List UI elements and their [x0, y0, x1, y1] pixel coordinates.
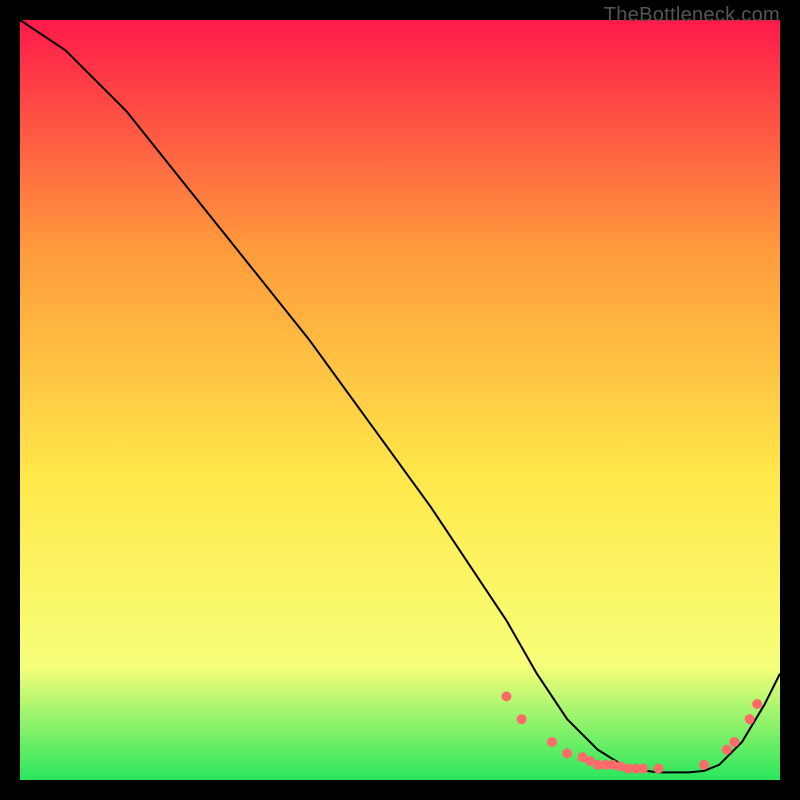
- gradient-background: [20, 20, 780, 780]
- data-marker: [547, 737, 557, 747]
- data-marker: [517, 714, 527, 724]
- data-marker: [722, 745, 732, 755]
- data-marker: [638, 764, 648, 774]
- data-marker: [699, 760, 709, 770]
- chart-plot-area: [20, 20, 780, 780]
- data-marker: [562, 748, 572, 758]
- data-marker: [653, 764, 663, 774]
- data-marker: [752, 699, 762, 709]
- data-marker: [745, 714, 755, 724]
- watermark-label: TheBottleneck.com: [604, 4, 780, 27]
- data-marker: [729, 737, 739, 747]
- chart-svg: [20, 20, 780, 780]
- data-marker: [501, 691, 511, 701]
